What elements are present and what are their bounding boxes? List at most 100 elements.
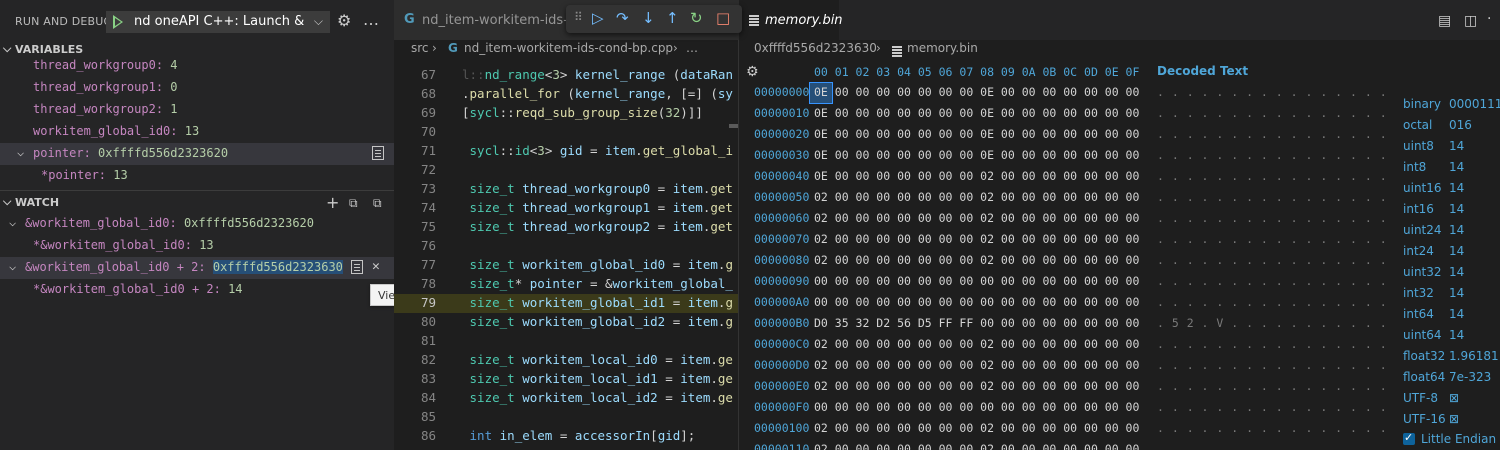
hex-row[interactable]: 00000110 02 00 00 00 00 00 00 00 02 00 00… bbox=[739, 439, 1500, 450]
hex-decoded-text[interactable]: . . . . . . . . . . . . . . . . bbox=[1157, 358, 1387, 372]
chevron-down-icon[interactable]: ⌵ bbox=[17, 145, 24, 159]
hex-decoded-text[interactable]: . . . . . . . . . . . . . . . . bbox=[1157, 190, 1387, 204]
hex-row[interactable]: 000000B0 D0 35 32 D2 56 D5 FF FF 00 00 00… bbox=[739, 313, 1500, 334]
launch-config-select[interactable]: nd oneAPI C++: Launch & Run ⌵ bbox=[106, 11, 330, 33]
more-actions-icon[interactable]: · bbox=[1487, 11, 1491, 27]
hex-bytes[interactable]: 02 00 00 00 00 00 00 00 02 00 00 00 00 0… bbox=[814, 337, 1139, 351]
hex-decoded-text[interactable]: . . . . . . . . . . . . . . . . bbox=[1157, 127, 1387, 141]
step-out-icon[interactable]: ↑ bbox=[666, 9, 679, 27]
breadcrumb-file[interactable]: nd_item-workitem-ids-cond-bp.cpp bbox=[464, 41, 673, 61]
code-line[interactable]: 78 size_t* pointer = &workitem_global_ bbox=[394, 275, 739, 294]
close-icon[interactable]: ✕ bbox=[372, 259, 380, 274]
hex-row[interactable]: 000000A0 00 00 00 00 00 00 00 00 00 00 00… bbox=[739, 292, 1500, 313]
code-line[interactable]: 85 bbox=[394, 408, 739, 427]
hex-bytes[interactable]: 00 00 00 00 00 00 00 00 00 00 00 00 00 0… bbox=[814, 295, 1139, 309]
variable-row[interactable]: *pointer: 13 bbox=[0, 165, 394, 187]
hex-bytes[interactable]: 0E 00 00 00 00 00 00 00 0E 00 00 00 00 0… bbox=[814, 148, 1139, 162]
code-line[interactable]: 82 size_t workitem_local_id0 = item.ge bbox=[394, 351, 739, 370]
breadcrumb-src[interactable]: src bbox=[411, 41, 429, 61]
breadcrumb-memory[interactable]: memory.bin bbox=[907, 41, 978, 61]
variable-row-pointer[interactable]: ⌵ pointer: 0xffffd556d2323620 bbox=[0, 143, 394, 165]
hex-decoded-text[interactable]: . 5 2 . V . . . . . . . . . . . bbox=[1157, 316, 1387, 330]
code-editor[interactable]: 67 l::nd_range<3> kernel_range (dataRan 6… bbox=[394, 62, 739, 450]
hex-decoded-text[interactable]: . . . . . . . . . . . . . . . . bbox=[1157, 232, 1387, 246]
hex-row[interactable]: 00000070 02 00 00 00 00 00 00 00 02 00 00… bbox=[739, 229, 1500, 250]
code-line-current[interactable]: 79 size_t workitem_global_id1 = item.g bbox=[394, 294, 739, 313]
hex-bytes[interactable]: 00 00 00 00 00 00 00 00 00 00 00 00 00 0… bbox=[814, 274, 1139, 288]
step-into-icon[interactable]: ↓ bbox=[642, 9, 655, 27]
hex-decoded-text[interactable]: . . . . . . . . . . . . . . . . bbox=[1157, 169, 1387, 183]
code-line[interactable]: 80 size_t workitem_global_id2 = item.g bbox=[394, 313, 739, 332]
hex-row[interactable]: 00000010 0E 00 00 00 00 00 00 00 0E 00 00… bbox=[739, 103, 1500, 124]
variable-row[interactable]: thread_workgroup2: 1 bbox=[0, 99, 394, 121]
add-expression-icon[interactable]: + bbox=[326, 193, 339, 212]
more-icon[interactable]: … bbox=[363, 10, 379, 29]
variable-row[interactable]: thread_workgroup0: 4 bbox=[0, 55, 394, 77]
code-line[interactable]: 76 bbox=[394, 237, 739, 256]
hex-bytes[interactable]: 0E 00 00 00 00 00 00 00 02 00 00 00 00 0… bbox=[814, 169, 1139, 183]
hex-row[interactable]: 00000080 02 00 00 00 00 00 00 00 02 00 00… bbox=[739, 250, 1500, 271]
hex-bytes[interactable]: 0E 00 00 00 00 00 00 00 0E 00 00 00 00 0… bbox=[814, 127, 1139, 141]
variable-row[interactable]: thread_workgroup1: 0 bbox=[0, 77, 394, 99]
hex-decoded-text[interactable]: . . . . . . . . . . . . . . . . bbox=[1157, 148, 1387, 162]
hex-row[interactable]: 00000090 00 00 00 00 00 00 00 00 00 00 00… bbox=[739, 271, 1500, 292]
hex-row[interactable]: 00000020 0E 00 00 00 00 00 00 00 0E 00 00… bbox=[739, 124, 1500, 145]
view-binary-data-icon[interactable] bbox=[351, 260, 363, 274]
stop-icon[interactable]: □ bbox=[716, 9, 730, 27]
code-line[interactable]: 81 bbox=[394, 332, 739, 351]
step-over-icon[interactable]: ↷ bbox=[616, 9, 629, 27]
gear-icon[interactable]: ⚙ bbox=[337, 11, 351, 30]
split-editor-icon[interactable]: ◫ bbox=[1464, 13, 1477, 29]
hex-bytes[interactable]: 02 00 00 00 00 00 00 00 02 00 00 00 00 0… bbox=[814, 379, 1139, 393]
hex-decoded-text[interactable]: . . . . . . . . . . . . . . . . bbox=[1157, 295, 1387, 309]
tab-memory-bin[interactable]: memory.bin bbox=[739, 0, 843, 40]
hex-bytes[interactable]: 02 00 00 00 00 00 00 00 02 00 00 00 00 0… bbox=[814, 358, 1139, 372]
hex-decoded-text[interactable]: . . . . . . . . . . . . . . . . bbox=[1157, 421, 1387, 435]
hex-row[interactable]: 000000F0 00 00 00 00 00 00 00 00 00 00 00… bbox=[739, 397, 1500, 418]
hex-row[interactable]: 000000E0 02 00 00 00 00 00 00 00 02 00 00… bbox=[739, 376, 1500, 397]
hex-decoded-text[interactable]: . . . . . . . . . . . . . . . . bbox=[1157, 337, 1387, 351]
code-line[interactable]: 74 size_t thread_workgroup1 = item.get bbox=[394, 199, 739, 218]
hex-bytes[interactable]: 0E 00 00 00 00 00 00 00 0E 00 00 00 00 0… bbox=[814, 85, 1139, 99]
view-binary-data-icon[interactable] bbox=[372, 146, 384, 160]
hex-row[interactable]: 000000D0 02 00 00 00 00 00 00 00 02 00 00… bbox=[739, 355, 1500, 376]
hex-decoded-text[interactable]: . . . . . . . . . . . . . . . . bbox=[1157, 400, 1387, 414]
code-line[interactable]: 68 .parallel_for (kernel_range, [=] (sy bbox=[394, 85, 739, 104]
hex-bytes[interactable]: 00 00 00 00 00 00 00 00 00 00 00 00 00 0… bbox=[814, 400, 1139, 414]
hex-decoded-text[interactable]: . . . . . . . . . . . . . . . . bbox=[1157, 379, 1387, 393]
code-line[interactable]: 69 [sycl::reqd_sub_group_size(32)]] bbox=[394, 104, 739, 123]
hex-bytes[interactable]: 0E 00 00 00 00 00 00 00 0E 00 00 00 00 0… bbox=[814, 106, 1139, 120]
watch-row[interactable]: ⌵ &workitem_global_id0: 0xffffd556d23236… bbox=[0, 213, 394, 235]
chevron-down-icon[interactable]: ⌵ bbox=[314, 14, 323, 29]
gear-icon[interactable]: ⚙ bbox=[746, 64, 759, 80]
hex-bytes[interactable]: 02 00 00 00 00 00 00 00 02 00 00 00 00 0… bbox=[814, 442, 1139, 450]
watch-row[interactable]: *&workitem_global_id0 + 2: 14 bbox=[0, 279, 394, 301]
code-line[interactable]: 73 size_t thread_workgroup0 = item.get bbox=[394, 180, 739, 199]
hex-bytes[interactable]: 02 00 00 00 00 00 00 00 02 00 00 00 00 0… bbox=[814, 253, 1139, 267]
code-line[interactable]: 86 int in_elem = accessorIn[gid]; bbox=[394, 427, 739, 446]
hex-bytes[interactable]: D0 35 32 D2 56 D5 FF FF 00 00 00 00 00 0… bbox=[814, 316, 1139, 330]
hex-editor[interactable]: ⚙ 00 01 02 03 04 05 06 07 08 09 0A 0B 0C… bbox=[739, 62, 1500, 450]
hex-decoded-text[interactable]: . . . . . . . . . . . . . . . . bbox=[1157, 106, 1387, 120]
variable-row[interactable]: workitem_global_id0: 13 bbox=[0, 121, 394, 143]
code-line[interactable]: 84 size_t workitem_local_id2 = item.ge bbox=[394, 389, 739, 408]
hex-decoded-text[interactable]: . . . . . . . . . . . . . . . . bbox=[1157, 211, 1387, 225]
code-line[interactable]: 72 bbox=[394, 161, 739, 180]
hex-decoded-text[interactable]: . . . . . . . . . . . . . . . . bbox=[1157, 274, 1387, 288]
watch-row-selected[interactable]: ⌵ &workitem_global_id0 + 2: 0xffffd556d2… bbox=[0, 257, 394, 279]
hex-bytes[interactable]: 02 00 00 00 00 00 00 00 02 00 00 00 00 0… bbox=[814, 190, 1139, 204]
restart-icon[interactable]: ↻ bbox=[690, 9, 703, 27]
chevron-down-icon[interactable]: ⌵ bbox=[9, 259, 16, 273]
hex-bytes[interactable]: 02 00 00 00 00 00 00 00 02 00 00 00 00 0… bbox=[814, 211, 1139, 225]
drag-handle-icon[interactable]: ⠿ bbox=[574, 10, 583, 24]
breadcrumb-more[interactable]: … bbox=[686, 41, 698, 61]
open-changes-icon[interactable]: ▤ bbox=[1438, 13, 1451, 29]
code-line[interactable]: 77 size_t workitem_global_id0 = item.g bbox=[394, 256, 739, 275]
hex-bytes[interactable]: 02 00 00 00 00 00 00 00 02 00 00 00 00 0… bbox=[814, 232, 1139, 246]
code-line[interactable]: 71 sycl::id<3> gid = item.get_global_i bbox=[394, 142, 739, 161]
hex-row[interactable]: 00000060 02 00 00 00 00 00 00 00 02 00 00… bbox=[739, 208, 1500, 229]
code-line[interactable]: 70 bbox=[394, 123, 739, 142]
hex-row[interactable]: 00000030 0E 00 00 00 00 00 00 00 0E 00 00… bbox=[739, 145, 1500, 166]
chevron-down-icon[interactable]: ⌵ bbox=[3, 42, 11, 56]
breadcrumb-address[interactable]: 0xffffd556d2323630 bbox=[754, 41, 877, 61]
